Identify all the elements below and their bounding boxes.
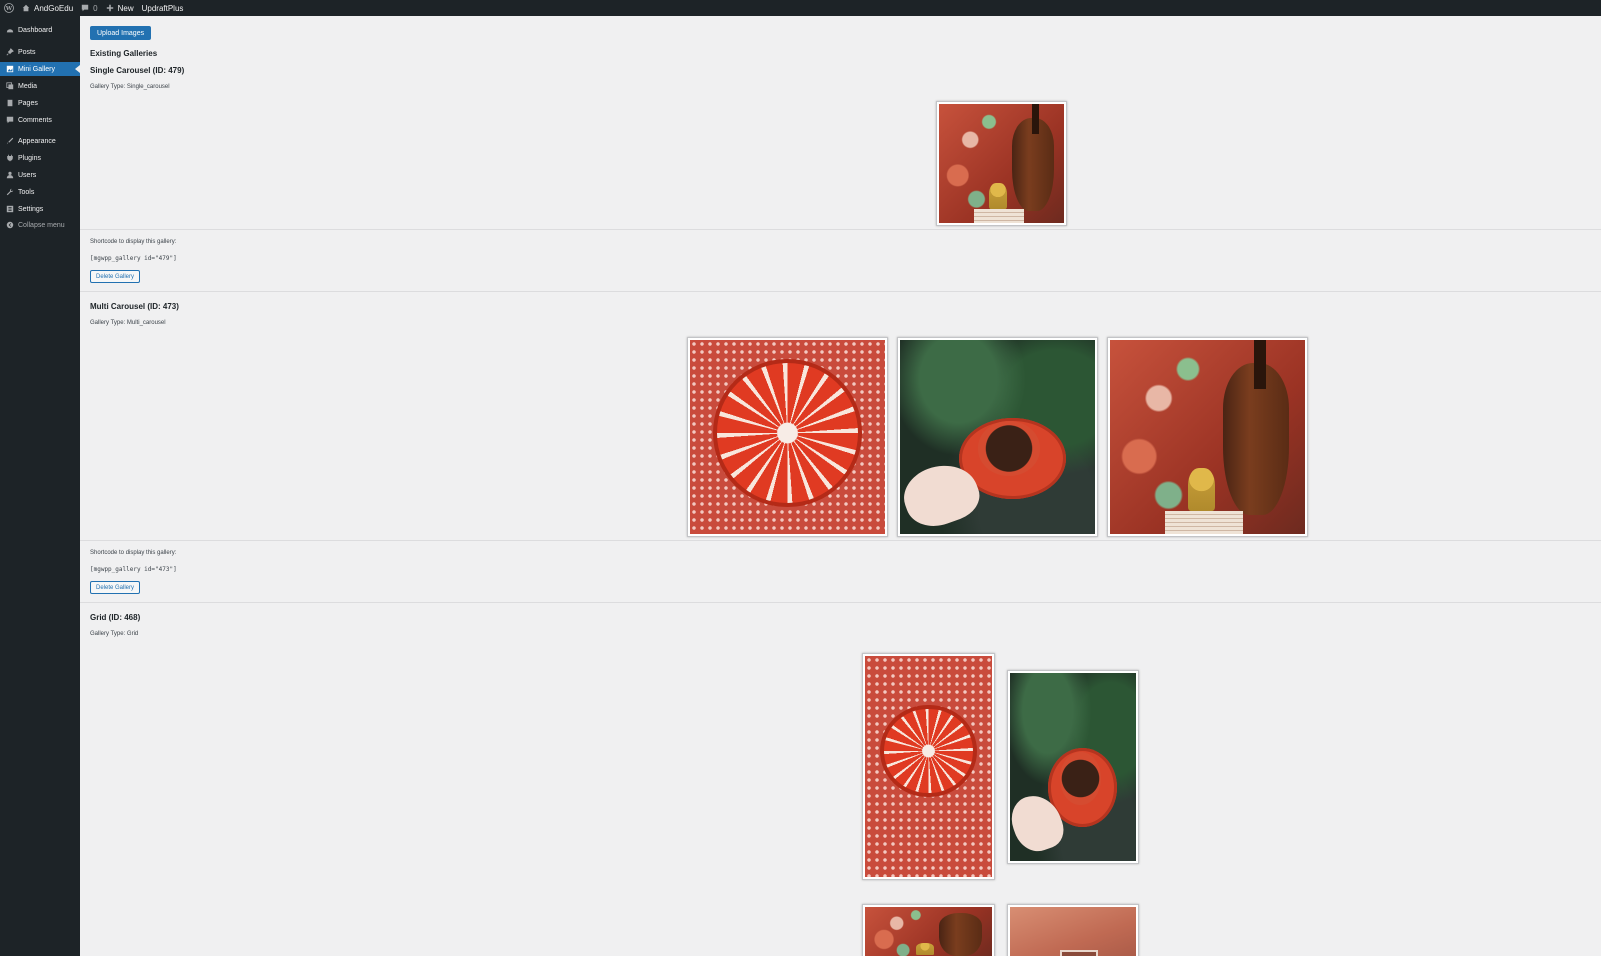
menu-item-appearance[interactable]: Appearance (0, 134, 80, 148)
settings-icon (5, 205, 14, 214)
updraftplus-label: UpdraftPlus (141, 3, 184, 13)
wrench-icon (5, 188, 14, 197)
admin-sidebar: Dashboard Posts Mini Gallery Media Pages… (0, 16, 80, 956)
violin-photo (939, 104, 1064, 223)
home-icon (22, 4, 30, 12)
gallery-title: Multi Carousel (ID: 473) (90, 302, 179, 311)
coffee-photo (900, 340, 1095, 534)
pages-icon (5, 99, 14, 108)
menu-label: Media (18, 82, 38, 90)
collapse-menu-button[interactable]: Collapse menu (0, 218, 80, 232)
new-label: New (117, 3, 134, 13)
gallery-image-wall[interactable] (1007, 904, 1139, 956)
upload-images-button[interactable]: Upload Images (90, 26, 152, 40)
shortcode-value: [mgwpp_gallery id="479"] (90, 255, 177, 262)
pomegranate-photo (865, 656, 992, 877)
gallery-icon (5, 65, 14, 74)
gallery-type: Gallery Type: Single_carousel (90, 84, 170, 90)
comments-count: 0 (93, 3, 98, 13)
pomegranate-photo (690, 340, 885, 534)
dashboard-icon (5, 26, 14, 35)
menu-item-settings[interactable]: Settings (0, 202, 80, 216)
menu-item-users[interactable]: Users (0, 168, 80, 182)
menu-item-tools[interactable]: Tools (0, 185, 80, 199)
gallery-divider (80, 540, 1601, 541)
wordpress-logo-icon[interactable]: W (0, 0, 18, 16)
gallery-divider (80, 229, 1601, 230)
gallery-title: Single Carousel (ID: 479) (90, 66, 185, 75)
menu-label: Settings (18, 205, 44, 213)
comments-link[interactable]: 0 (77, 0, 101, 16)
gallery-divider (80, 291, 1601, 292)
comment-icon (5, 116, 14, 125)
plug-icon (5, 154, 14, 163)
menu-label: Dashboard (18, 26, 53, 34)
gallery-image-coffee[interactable] (1007, 670, 1139, 864)
main-content: Upload Images Existing Galleries Single … (80, 16, 1601, 956)
svg-text:W: W (5, 6, 13, 12)
collapse-icon (5, 221, 14, 230)
brush-icon (5, 137, 14, 146)
menu-label: Plugins (18, 154, 41, 162)
site-name-label: AndGoEdu (34, 3, 74, 13)
pin-icon (5, 48, 14, 57)
shortcode-label: Shortcode to display this gallery: (90, 550, 177, 556)
gallery-image-pomegranate[interactable] (687, 337, 888, 537)
media-icon (5, 82, 14, 91)
plus-icon (106, 4, 113, 12)
menu-label: Pages (18, 99, 38, 107)
menu-item-media[interactable]: Media (0, 79, 80, 93)
menu-label: Collapse menu (18, 221, 65, 229)
menu-item-comments[interactable]: Comments (0, 113, 80, 127)
violin-photo (865, 907, 992, 956)
gallery-image-violin[interactable] (1107, 337, 1308, 537)
gallery-image-coffee[interactable] (897, 337, 1098, 537)
menu-item-plugins[interactable]: Plugins (0, 151, 80, 165)
wall-photo (1010, 907, 1136, 956)
gallery-type: Gallery Type: Grid (90, 631, 139, 637)
site-name-link[interactable]: AndGoEdu (18, 0, 77, 16)
menu-label: Mini Gallery (18, 65, 55, 73)
shortcode-label: Shortcode to display this gallery: (90, 239, 177, 245)
menu-item-dashboard[interactable]: Dashboard (0, 23, 80, 37)
existing-galleries-heading: Existing Galleries (90, 49, 158, 58)
menu-item-pages[interactable]: Pages (0, 96, 80, 110)
gallery-title: Grid (ID: 468) (90, 613, 141, 622)
gallery-divider (80, 602, 1601, 603)
delete-gallery-button[interactable]: Delete Gallery (90, 270, 141, 283)
menu-label: Comments (18, 116, 52, 124)
updraftplus-link[interactable]: UpdraftPlus (138, 0, 188, 16)
violin-photo (1110, 340, 1305, 534)
menu-label: Tools (18, 188, 35, 196)
coffee-photo (1010, 673, 1136, 861)
menu-label: Posts (18, 48, 36, 56)
gallery-type: Gallery Type: Multi_carousel (90, 320, 166, 326)
shortcode-value: [mgwpp_gallery id="473"] (90, 566, 177, 573)
user-icon (5, 171, 14, 180)
menu-label: Users (18, 171, 37, 179)
gallery-image-violin[interactable] (936, 101, 1067, 226)
menu-item-mini-gallery[interactable]: Mini Gallery (0, 62, 80, 76)
admin-bar: W AndGoEdu 0 New UpdraftPlus (0, 0, 1601, 16)
new-content-link[interactable]: New (102, 0, 138, 16)
gallery-image-pomegranate[interactable] (862, 653, 995, 880)
delete-gallery-button[interactable]: Delete Gallery (90, 581, 141, 594)
menu-label: Appearance (18, 137, 56, 145)
comment-bubble-icon (81, 4, 89, 12)
gallery-image-violin[interactable] (862, 904, 995, 956)
menu-item-posts[interactable]: Posts (0, 45, 80, 59)
